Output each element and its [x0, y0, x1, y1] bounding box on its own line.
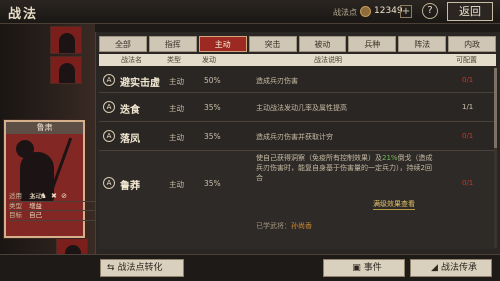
tactic-list: A 避实击虚 主动 50% 造成兵刃伤害 0/1 A 迭食 主动 35% 主动战… — [99, 68, 496, 249]
general-list: 鲁肃 ⚔ ♞ ✖ ⊘ 适用 主动 类型 增益 目标 自己 — [0, 24, 406, 281]
general-thumbnail[interactable] — [50, 56, 82, 84]
column-header: 类型 — [167, 56, 181, 64]
tab-assault[interactable]: 突击 — [248, 36, 297, 52]
tactic-config: 0/1 — [462, 179, 474, 187]
info-key: 类型 — [9, 201, 22, 210]
help-button[interactable]: ? — [422, 3, 438, 19]
tab-internal[interactable]: 内政 — [448, 36, 496, 52]
tactic-config: 0/1 — [462, 76, 474, 84]
inherit-button[interactable]: ◢ 战法传承 — [410, 259, 492, 277]
tab-passive[interactable]: 被动 — [298, 36, 347, 52]
column-header: 战法说明 — [314, 56, 342, 64]
tactic-type: 主动 — [169, 77, 184, 86]
general-name: 鲁肃 — [6, 122, 83, 134]
desc-highlight: 21% — [382, 154, 398, 162]
info-value: 主动 — [29, 192, 42, 200]
learned-label: 已学武将： — [256, 222, 291, 230]
tactic-points-value: 12349 — [374, 6, 403, 16]
convert-icon: ⇆ — [107, 263, 115, 273]
tab-troop[interactable]: 兵种 — [348, 36, 397, 52]
tactic-description: 主动战法发动几率及属性提高 — [256, 104, 347, 112]
grade-badge: A — [103, 74, 115, 86]
table-row[interactable]: A 鲁莽 主动 35% 使自己获得洞察（免疫所有控制效果）及21%倒戈（造成兵刃… — [99, 151, 496, 249]
convert-label: 战法点转化 — [117, 263, 163, 273]
general-thumbnail[interactable] — [50, 26, 82, 54]
tactic-name: 迭食 — [120, 105, 140, 116]
info-value: 增益 — [29, 201, 42, 210]
learned-generals: 已学武将：孙尚香 — [256, 221, 312, 231]
column-header: 战法名 — [121, 56, 142, 64]
table-row[interactable]: A 迭食 主动 35% 主动战法发动几率及属性提高 1/1 — [99, 93, 496, 122]
tactic-rate: 35% — [204, 179, 221, 188]
selected-general-card[interactable]: 鲁肃 ⚔ ♞ ✖ ⊘ 适用 主动 类型 增益 目标 自己 — [4, 120, 406, 238]
tactic-points-label: 战法点 — [333, 8, 357, 17]
tactic-points-icon — [360, 6, 371, 17]
page-title: 战法 — [8, 7, 39, 22]
tactic-type: 主动 — [169, 104, 184, 113]
tab-active[interactable]: 主动 — [198, 36, 247, 52]
tactic-tabs: 全部 指挥 主动 突击 被动 兵种 阵法 内政 — [99, 36, 496, 52]
event-label: 事件 — [363, 263, 382, 273]
tactic-name: 落凤 — [120, 134, 140, 145]
tactic-rate: 35% — [204, 132, 221, 141]
tab-command[interactable]: 指挥 — [148, 36, 197, 52]
list-scrollbar[interactable] — [494, 68, 497, 248]
column-header: 可配置 — [456, 56, 477, 64]
grade-badge: A — [103, 130, 115, 142]
learned-general-name[interactable]: 孙尚香 — [291, 222, 312, 230]
desc-text: 使自己获得洞察（免疫所有控制效果）及 — [256, 154, 382, 162]
tactic-config: 1/1 — [462, 103, 474, 111]
grade-badge: A — [103, 101, 115, 113]
back-button[interactable]: 返回 — [447, 2, 493, 21]
top-bar: 战法 战法点 12349 + ? 返回 — [0, 0, 500, 24]
bottom-bar: ⇆ 战法点转化 ▣ 事件 ◢ 战法传承 — [0, 254, 500, 281]
tab-all[interactable]: 全部 — [99, 36, 147, 52]
info-key: 适用 — [9, 192, 22, 200]
tactic-name: 鲁莽 — [120, 181, 140, 192]
table-row[interactable]: A 落凤 主动 35% 造成兵刃伤害并获取计穷 0/1 — [99, 122, 496, 151]
tactic-description: 造成兵刃伤害 — [256, 77, 298, 85]
inherit-label: 战法传承 — [440, 263, 477, 273]
table-row[interactable]: A 避实击虚 主动 50% 造成兵刃伤害 0/1 — [99, 68, 496, 93]
tactic-config: 0/1 — [462, 132, 474, 140]
event-button[interactable]: ▣ 事件 — [323, 259, 405, 277]
column-header: 发动 — [202, 56, 216, 64]
tactic-description: 造成兵刃伤害并获取计穷 — [256, 133, 333, 141]
grade-badge: A — [103, 177, 115, 189]
tab-formation[interactable]: 阵法 — [398, 36, 447, 52]
inherit-icon: ◢ — [431, 263, 438, 273]
tactic-description: 使自己获得洞察（免疫所有控制效果）及21%倒戈（造成兵刃伤害时，能复自身基于伤害… — [256, 153, 436, 183]
table-header: 战法名 类型 发动 战法说明 可配置 — [99, 54, 496, 66]
add-points-button[interactable]: + — [400, 5, 412, 18]
tactic-name: 避实击虚 — [120, 78, 160, 89]
info-key: 目标 — [9, 211, 22, 219]
convert-points-button[interactable]: ⇆ 战法点转化 — [100, 259, 184, 277]
event-icon: ▣ — [352, 263, 361, 273]
info-value: 自己 — [29, 211, 42, 219]
tactic-rate: 35% — [204, 103, 221, 112]
tactic-type: 主动 — [169, 133, 184, 142]
tactic-panel: 全部 指挥 主动 突击 被动 兵种 阵法 内政 战法名 类型 发动 战法说明 可… — [95, 32, 500, 254]
tactic-type: 主动 — [169, 180, 184, 189]
max-level-effect-link[interactable]: 满级效果查看 — [373, 199, 415, 210]
tactic-rate: 50% — [204, 76, 221, 85]
